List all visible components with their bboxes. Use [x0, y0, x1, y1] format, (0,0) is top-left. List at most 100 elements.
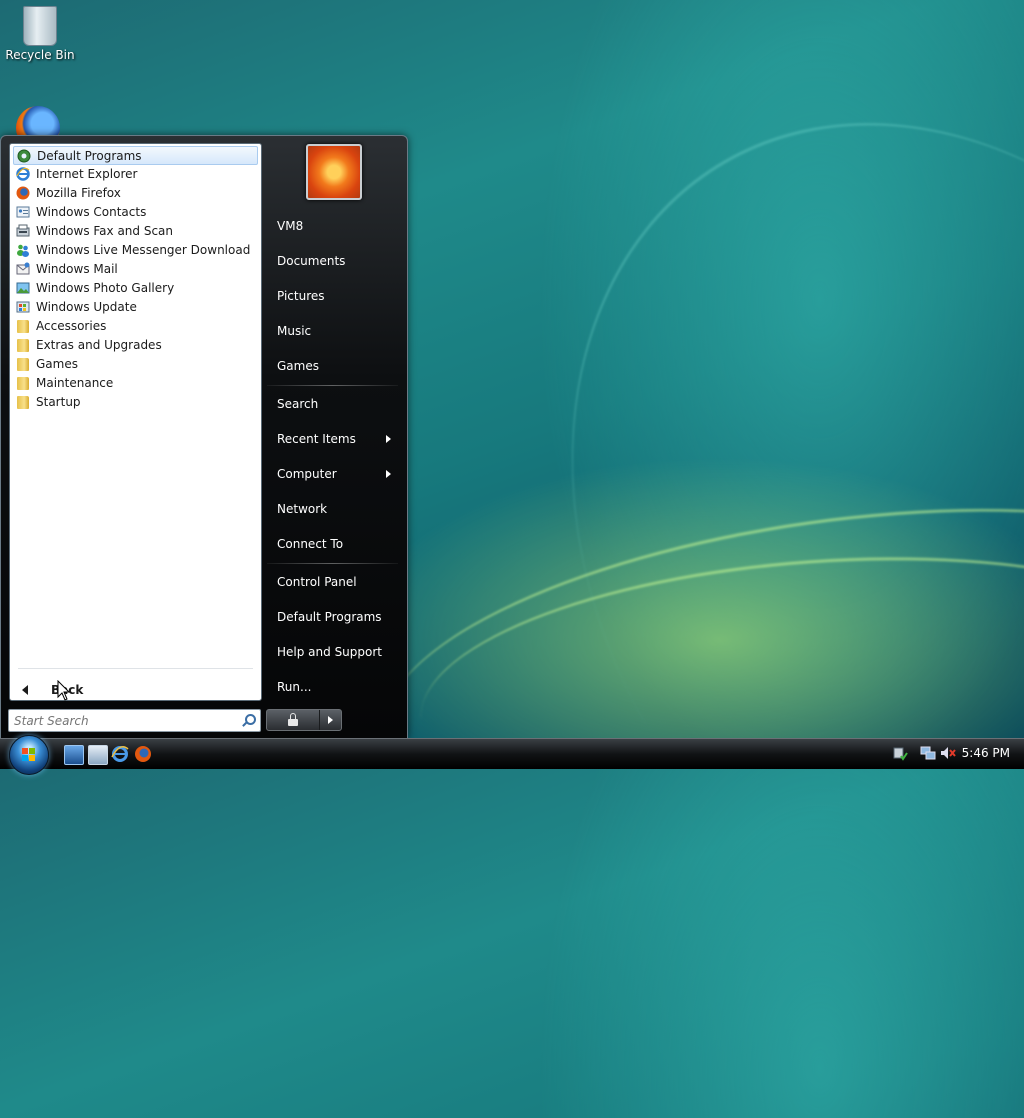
place-computer[interactable]: Computer: [277, 464, 397, 484]
place-label: VM8: [277, 219, 304, 233]
program-item-games[interactable]: Games: [13, 355, 256, 373]
lock-button[interactable]: [267, 710, 320, 730]
folder-icon: [15, 356, 31, 372]
program-item-default-programs[interactable]: Default Programs: [13, 146, 258, 165]
chevron-right-icon: [386, 435, 391, 443]
program-item-accessories[interactable]: Accessories: [13, 317, 256, 335]
folder-icon: [15, 375, 31, 391]
divider: [267, 385, 398, 386]
place-label: Run...: [277, 680, 312, 694]
program-item-windows-mail[interactable]: Windows Mail: [13, 260, 256, 278]
lock-icon: [288, 713, 298, 726]
programs-panel: Default Programs Internet Explorer Mozil…: [9, 143, 262, 701]
program-item-maintenance[interactable]: Maintenance: [13, 374, 256, 392]
switch-windows-icon[interactable]: [88, 745, 108, 765]
program-item-label: Windows Contacts: [36, 205, 147, 219]
program-item-label: Windows Live Messenger Download: [36, 243, 251, 257]
place-label: Computer: [277, 467, 337, 481]
place-label: Pictures: [277, 289, 325, 303]
program-item-windows-contacts[interactable]: Windows Contacts: [13, 203, 256, 221]
place-pictures[interactable]: Pictures: [277, 286, 397, 306]
program-item-extras-and-upgrades[interactable]: Extras and Upgrades: [13, 336, 256, 354]
program-item-label: Accessories: [36, 319, 107, 333]
contacts-icon: [15, 204, 31, 220]
program-item-label: Startup: [36, 395, 81, 409]
search-input[interactable]: [9, 712, 241, 729]
search-icon[interactable]: [241, 713, 256, 728]
fax-icon: [15, 223, 31, 239]
place-search[interactable]: Search: [277, 394, 397, 414]
program-item-startup[interactable]: Startup: [13, 393, 256, 411]
desktop-icon-recycle-bin[interactable]: Recycle Bin: [0, 2, 80, 62]
folder-icon: [15, 394, 31, 410]
program-item-label: Mozilla Firefox: [36, 186, 121, 200]
program-item-windows-photo-gallery[interactable]: Windows Photo Gallery: [13, 279, 256, 297]
back-button[interactable]: Back: [18, 679, 218, 701]
place-label: Connect To: [277, 537, 344, 551]
program-item-windows-live-messenger-download[interactable]: Windows Live Messenger Download: [13, 241, 256, 259]
program-item-label: Internet Explorer: [36, 167, 138, 181]
place-label: Recent Items: [277, 432, 356, 446]
place-label: Control Panel: [277, 575, 357, 589]
place-label: Games: [277, 359, 319, 373]
desktop-icon-label: Recycle Bin: [5, 48, 75, 62]
program-item-mozilla-firefox[interactable]: Mozilla Firefox: [13, 184, 256, 202]
recycle-bin-icon: [23, 6, 57, 46]
taskbar: 5:46 PM: [0, 735, 1024, 775]
power-controls: [266, 709, 342, 731]
divider: [18, 668, 253, 669]
windows-logo-icon: [22, 748, 35, 761]
show-desktop-icon[interactable]: [64, 745, 84, 765]
photo-gallery-icon: [15, 280, 31, 296]
default-programs-icon: [16, 148, 32, 164]
divider: [267, 563, 398, 564]
place-run[interactable]: Run...: [277, 677, 397, 697]
place-label: Default Programs: [277, 610, 382, 624]
start-menu: Default Programs Internet Explorer Mozil…: [0, 135, 408, 739]
place-label: Documents: [277, 254, 346, 268]
place-music[interactable]: Music: [277, 321, 397, 341]
place-recent-items[interactable]: Recent Items: [277, 429, 397, 449]
internet-explorer-icon[interactable]: [111, 745, 129, 763]
start-button[interactable]: [9, 735, 49, 775]
safely-remove-hardware-icon[interactable]: [892, 745, 908, 761]
place-help-and-support[interactable]: Help and Support: [277, 642, 397, 662]
program-item-windows-fax-and-scan[interactable]: Windows Fax and Scan: [13, 222, 256, 240]
internet-explorer-icon: [15, 166, 31, 182]
clock[interactable]: 5:46 PM: [962, 746, 1010, 760]
program-item-label: Maintenance: [36, 376, 114, 390]
place-documents[interactable]: Documents: [277, 251, 397, 271]
mail-icon: [15, 261, 31, 277]
program-item-internet-explorer[interactable]: Internet Explorer: [13, 165, 256, 183]
program-item-label: Windows Fax and Scan: [36, 224, 174, 238]
shutdown-options-button[interactable]: [320, 710, 341, 730]
program-item-windows-update[interactable]: Windows Update: [13, 298, 256, 316]
program-item-label: Games: [36, 357, 78, 371]
place-control-panel[interactable]: Control Panel: [277, 572, 397, 592]
folder-icon: [15, 318, 31, 334]
arrow-right-icon: [328, 716, 333, 724]
place-user-folder[interactable]: VM8: [277, 216, 397, 236]
place-label: Search: [277, 397, 319, 411]
place-label: Help and Support: [277, 645, 382, 659]
messenger-icon: [15, 242, 31, 258]
firefox-icon: [15, 185, 31, 201]
user-avatar[interactable]: [306, 144, 362, 200]
program-item-label: Windows Mail: [36, 262, 118, 276]
start-search-box: [8, 709, 261, 732]
firefox-icon[interactable]: [134, 745, 152, 763]
place-network[interactable]: Network: [277, 499, 397, 519]
program-item-label: Extras and Upgrades: [36, 338, 162, 352]
network-icon[interactable]: [920, 745, 936, 761]
folder-icon: [15, 337, 31, 353]
windows-update-icon: [15, 299, 31, 315]
place-games[interactable]: Games: [277, 356, 397, 376]
place-label: Music: [277, 324, 312, 338]
place-connect-to[interactable]: Connect To: [277, 534, 397, 554]
volume-muted-icon[interactable]: [940, 745, 956, 761]
program-item-label: Windows Photo Gallery: [36, 281, 175, 295]
mouse-cursor-icon: [57, 680, 71, 701]
program-item-label: Default Programs: [37, 148, 142, 163]
place-default-programs[interactable]: Default Programs: [277, 607, 397, 627]
back-arrow-icon: [22, 685, 28, 695]
